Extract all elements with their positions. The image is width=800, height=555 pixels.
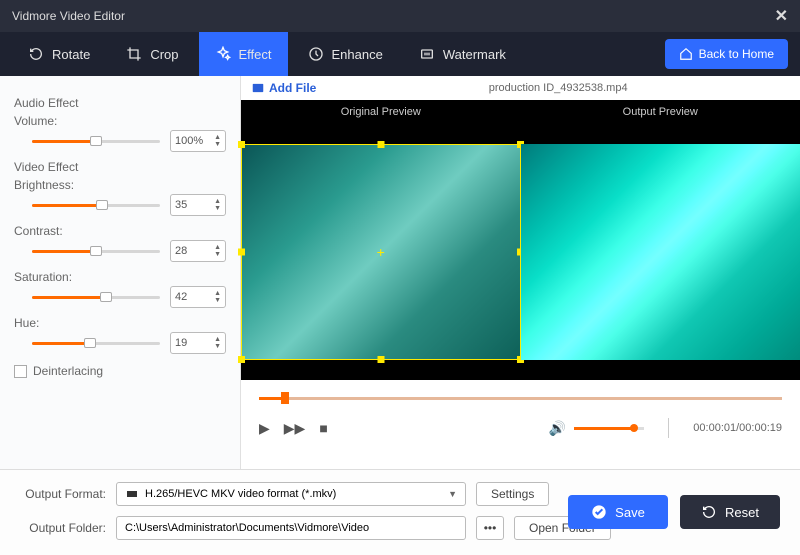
preview-panes: Original Preview + Output Preview	[241, 100, 800, 380]
save-button[interactable]: Save	[568, 495, 668, 529]
app-title: Vidmore Video Editor	[12, 9, 775, 23]
time-display: 00:00:01/00:00:19	[693, 422, 782, 434]
playback-volume-slider[interactable]	[574, 422, 644, 434]
volume-slider[interactable]	[32, 133, 160, 149]
hue-slider[interactable]	[32, 335, 160, 351]
footer: Output Format: H.265/HEVC MKV video form…	[0, 469, 800, 555]
volume-label: Volume:	[14, 114, 226, 128]
rotate-icon	[28, 46, 44, 62]
label: Reset	[725, 505, 759, 520]
playback-controls: ▶ ▶▶ ■ 🔊 00:00:01/00:00:19	[241, 380, 800, 469]
divider	[668, 418, 669, 438]
check-icon	[591, 504, 607, 520]
tab-label: Watermark	[443, 47, 506, 62]
preview-area: Add File production ID_4932538.mp4 Origi…	[240, 76, 800, 469]
output-format-select[interactable]: H.265/HEVC MKV video format (*.mkv) ▼	[116, 482, 466, 506]
tab-crop[interactable]: Crop	[110, 32, 194, 76]
output-folder-field[interactable]: C:\Users\Administrator\Documents\Vidmore…	[116, 516, 466, 540]
contrast-slider[interactable]	[32, 243, 160, 259]
file-bar: Add File production ID_4932538.mp4	[241, 76, 800, 100]
main-area: Audio Effect Volume: 100%▲▼ Video Effect…	[0, 76, 800, 469]
home-icon	[679, 47, 693, 61]
effect-sidebar: Audio Effect Volume: 100%▲▼ Video Effect…	[0, 76, 240, 469]
enhance-icon	[308, 46, 324, 62]
watermark-icon	[419, 46, 435, 62]
tab-effect[interactable]: Effect	[199, 32, 288, 76]
value: 28	[175, 245, 214, 257]
output-format-label: Output Format:	[16, 487, 106, 501]
volume-icon[interactable]: 🔊	[549, 420, 566, 437]
saturation-slider[interactable]	[32, 289, 160, 305]
original-image[interactable]: +	[241, 144, 521, 360]
value: 35	[175, 199, 214, 211]
add-file-icon	[251, 81, 265, 95]
original-preview: Original Preview +	[241, 100, 521, 380]
chevron-down-icon: ▼	[448, 489, 457, 499]
value: H.265/HEVC MKV video format (*.mkv)	[145, 488, 336, 500]
back-to-home-button[interactable]: Back to Home	[665, 39, 788, 69]
output-preview: Output Preview	[521, 100, 800, 380]
tab-label: Crop	[150, 47, 178, 62]
format-icon	[125, 488, 139, 500]
tab-enhance[interactable]: Enhance	[292, 32, 399, 76]
video-section-label: Video Effect	[14, 160, 226, 174]
add-file-button[interactable]: Add File	[251, 81, 316, 95]
toolbar: Rotate Crop Effect Enhance Watermark Bac…	[0, 32, 800, 76]
reset-icon	[701, 504, 717, 520]
hue-label: Hue:	[14, 316, 226, 330]
tab-watermark[interactable]: Watermark	[403, 32, 522, 76]
output-image	[521, 144, 800, 360]
crop-icon	[126, 46, 142, 62]
preview-label: Output Preview	[521, 100, 800, 124]
label: Settings	[491, 487, 534, 501]
brightness-spinner[interactable]: 35▲▼	[170, 194, 226, 216]
preview-label: Original Preview	[241, 100, 521, 124]
value: 19	[175, 337, 214, 349]
tab-label: Enhance	[332, 47, 383, 62]
button-label: Back to Home	[699, 47, 774, 61]
deinterlacing-checkbox[interactable]	[14, 365, 27, 378]
crosshair-icon: +	[377, 244, 385, 260]
value: 100%	[175, 135, 214, 147]
brightness-slider[interactable]	[32, 197, 160, 213]
selection-box[interactable]: +	[241, 144, 521, 360]
brightness-label: Brightness:	[14, 178, 226, 192]
audio-section-label: Audio Effect	[14, 96, 226, 110]
contrast-label: Contrast:	[14, 224, 226, 238]
forward-button[interactable]: ▶▶	[284, 420, 306, 437]
tab-label: Rotate	[52, 47, 90, 62]
hue-spinner[interactable]: 19▲▼	[170, 332, 226, 354]
reset-button[interactable]: Reset	[680, 495, 780, 529]
value: 42	[175, 291, 214, 303]
timeline-slider[interactable]	[259, 390, 782, 406]
titlebar: Vidmore Video Editor ✕	[0, 0, 800, 32]
tab-label: Effect	[239, 47, 272, 62]
play-button[interactable]: ▶	[259, 420, 270, 437]
value: C:\Users\Administrator\Documents\Vidmore…	[125, 522, 369, 534]
current-filename: production ID_4932538.mp4	[326, 82, 790, 94]
label: Save	[615, 505, 645, 520]
saturation-label: Saturation:	[14, 270, 226, 284]
output-folder-label: Output Folder:	[16, 521, 106, 535]
deinterlacing-label: Deinterlacing	[33, 364, 103, 378]
stop-button[interactable]: ■	[319, 420, 327, 436]
browse-button[interactable]: •••	[476, 516, 504, 540]
effect-icon	[215, 46, 231, 62]
contrast-spinner[interactable]: 28▲▼	[170, 240, 226, 262]
settings-button[interactable]: Settings	[476, 482, 549, 506]
label: Add File	[269, 81, 316, 95]
saturation-spinner[interactable]: 42▲▼	[170, 286, 226, 308]
close-icon[interactable]: ✕	[775, 6, 788, 26]
tab-rotate[interactable]: Rotate	[12, 32, 106, 76]
volume-spinner[interactable]: 100%▲▼	[170, 130, 226, 152]
